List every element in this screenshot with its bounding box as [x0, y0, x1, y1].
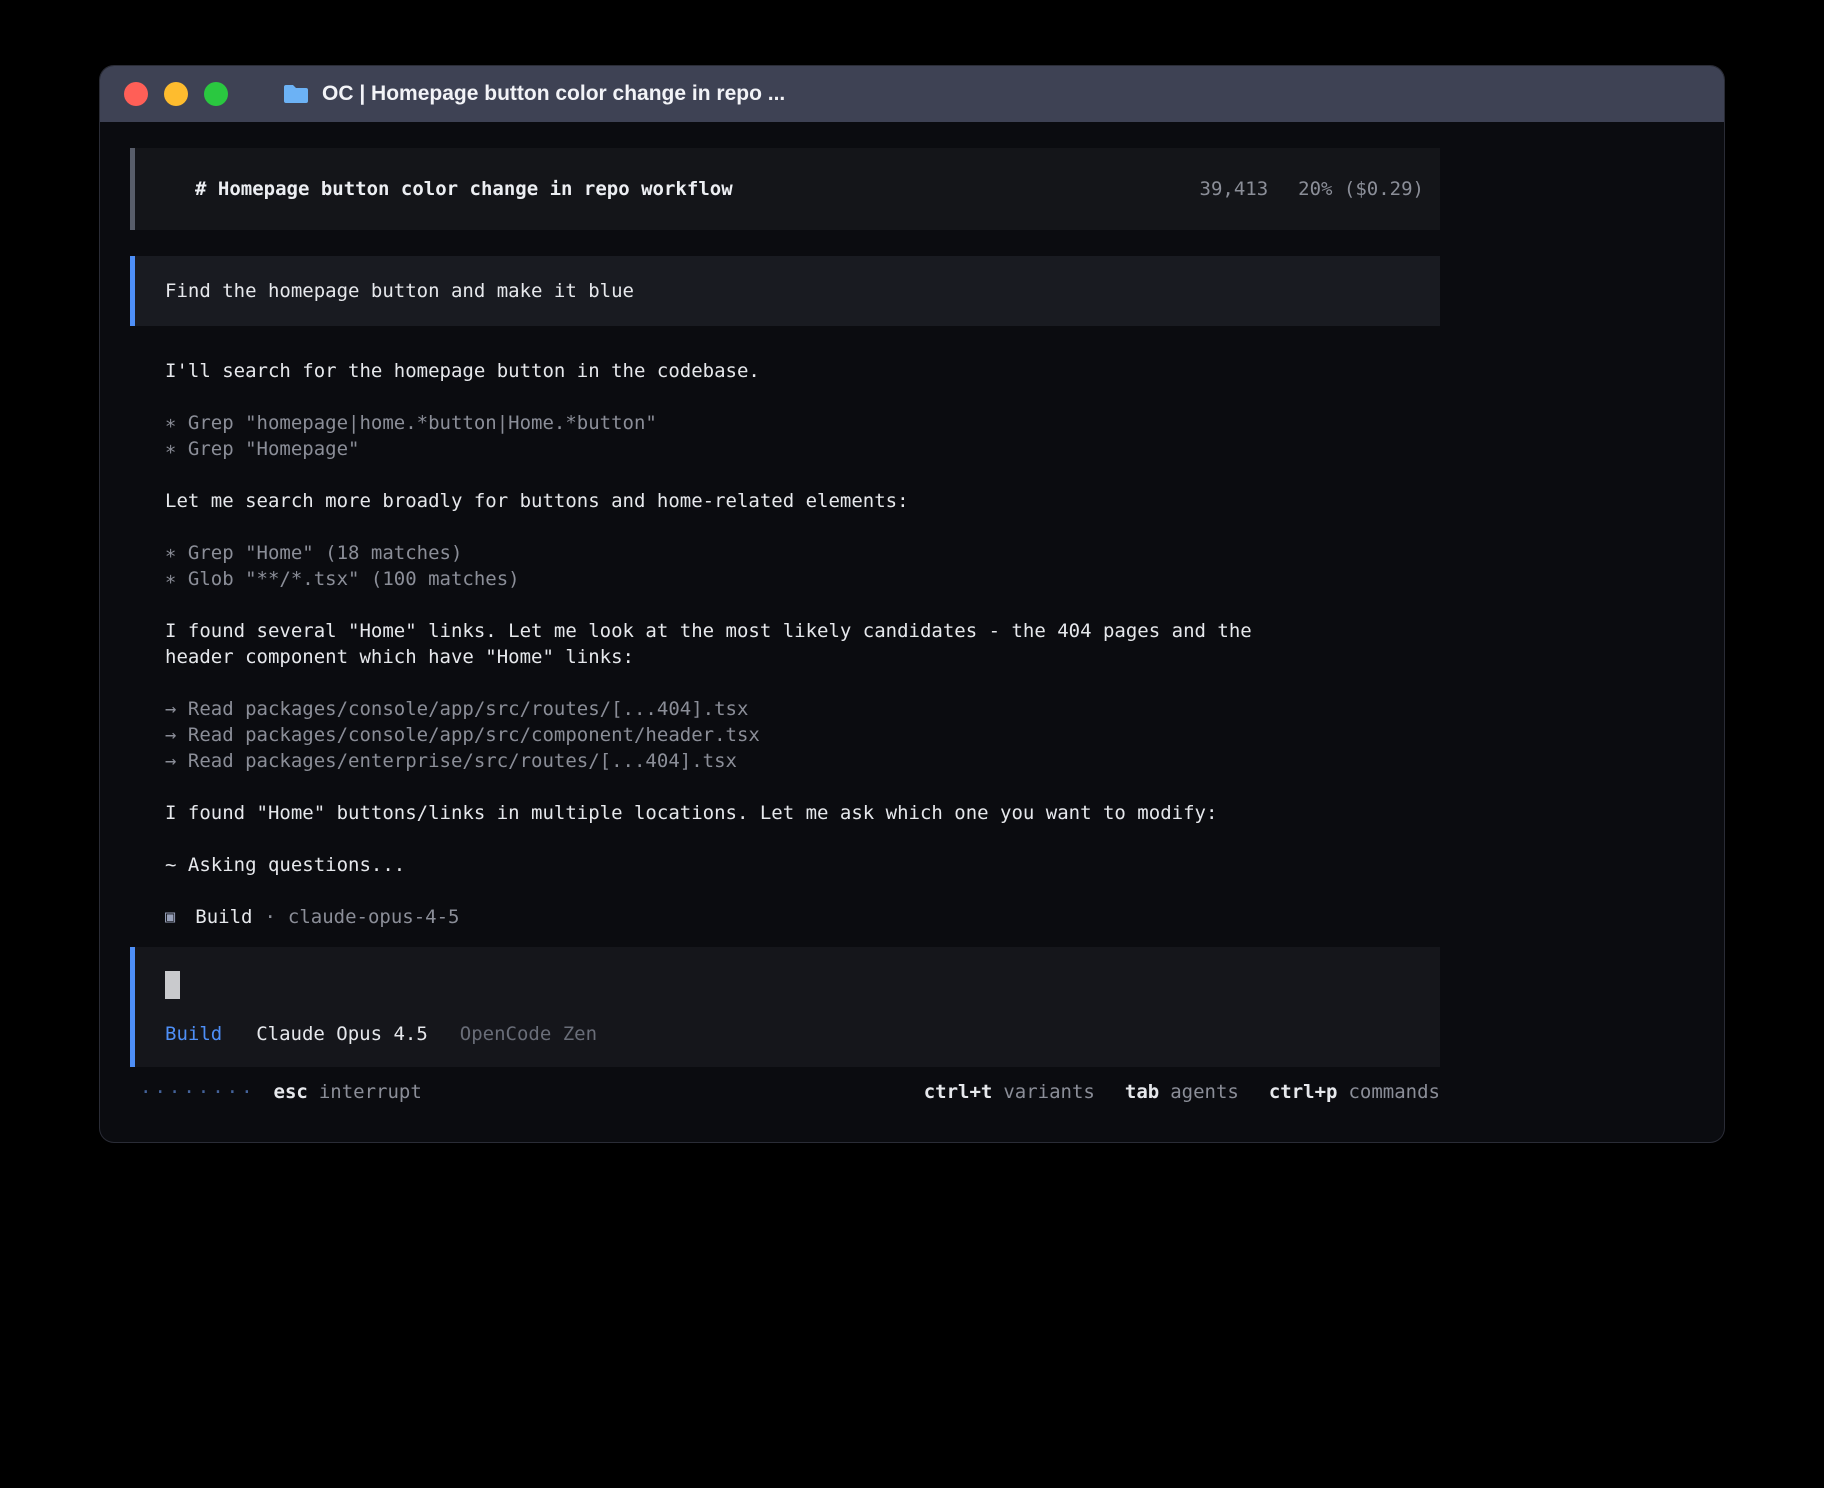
esc-key-hint: esc — [274, 1081, 308, 1103]
minimize-button[interactable] — [164, 82, 188, 106]
esc-key-label: interrupt — [319, 1081, 422, 1103]
assistant-text: header component which have "Home" links… — [165, 644, 1440, 670]
folder-icon — [282, 83, 310, 105]
tool-call-read: → Read packages/console/app/src/componen… — [165, 722, 1440, 748]
agent-name: Build — [195, 904, 252, 930]
assistant-text: I'll search for the homepage button in t… — [165, 358, 1440, 384]
tool-call-grep: ∗ Grep "Home" (18 matches) — [165, 540, 1440, 566]
tool-call-glob: ∗ Glob "**/*.tsx" (100 matches) — [165, 566, 1440, 592]
input-meta: Build Claude Opus 4.5 OpenCode Zen — [165, 1023, 1424, 1045]
terminal-window: OC | Homepage button color change in rep… — [100, 66, 1724, 1142]
agent-separator: · — [264, 904, 275, 930]
assistant-transcript: I'll search for the homepage button in t… — [130, 358, 1440, 930]
shortcut-agents: tab agents — [1125, 1081, 1239, 1103]
token-count: 39,413 — [1200, 178, 1269, 200]
assistant-text: I found several "Home" links. Let me loo… — [165, 618, 1440, 644]
window-title-text: OC | Homepage button color change in rep… — [322, 82, 785, 106]
tool-call-read: → Read packages/console/app/src/routes/[… — [165, 696, 1440, 722]
agent-icon: ▣ — [165, 904, 175, 930]
window-titlebar[interactable]: OC | Homepage button color change in rep… — [100, 66, 1724, 122]
assistant-text: Let me search more broadly for buttons a… — [165, 488, 1440, 514]
prompt-input[interactable]: Build Claude Opus 4.5 OpenCode Zen — [130, 947, 1440, 1067]
text-cursor — [165, 971, 180, 999]
activity-dots: ········ — [140, 1081, 256, 1103]
tool-call-grep: ∗ Grep "homepage|home.*button|Home.*butt… — [165, 410, 1440, 436]
user-message-text: Find the homepage button and make it blu… — [165, 278, 1424, 304]
input-model[interactable]: Claude Opus 4.5 — [256, 1023, 428, 1045]
window-title: OC | Homepage button color change in rep… — [282, 82, 785, 106]
zoom-button[interactable] — [204, 82, 228, 106]
session-title: # Homepage button color change in repo w… — [195, 178, 733, 200]
status-asking: ~ Asking questions... — [165, 852, 1440, 878]
status-bar: ········ esc interrupt ctrl+t variants t… — [130, 1081, 1440, 1103]
close-button[interactable] — [124, 82, 148, 106]
input-mode[interactable]: Build — [165, 1023, 222, 1045]
status-left: ········ esc interrupt — [140, 1081, 422, 1103]
session-header: # Homepage button color change in repo w… — [130, 148, 1440, 230]
shortcut-commands: ctrl+p commands — [1269, 1081, 1440, 1103]
agent-status-line: ▣ Build · claude-opus-4-5 — [165, 904, 1440, 930]
input-provider: OpenCode Zen — [460, 1023, 597, 1045]
agent-model: claude-opus-4-5 — [288, 904, 460, 930]
status-shortcuts: ctrl+t variants tab agents ctrl+p comman… — [924, 1081, 1440, 1103]
session-stats: 39,413 20% ($0.29) — [1200, 178, 1424, 200]
user-message: Find the homepage button and make it blu… — [130, 256, 1440, 326]
tool-call-read: → Read packages/enterprise/src/routes/[.… — [165, 748, 1440, 774]
traffic-lights — [124, 82, 228, 106]
tool-call-grep: ∗ Grep "Homepage" — [165, 436, 1440, 462]
shortcut-variants: ctrl+t variants — [924, 1081, 1095, 1103]
context-usage: 20% ($0.29) — [1298, 178, 1424, 200]
assistant-text: I found "Home" buttons/links in multiple… — [165, 800, 1440, 826]
